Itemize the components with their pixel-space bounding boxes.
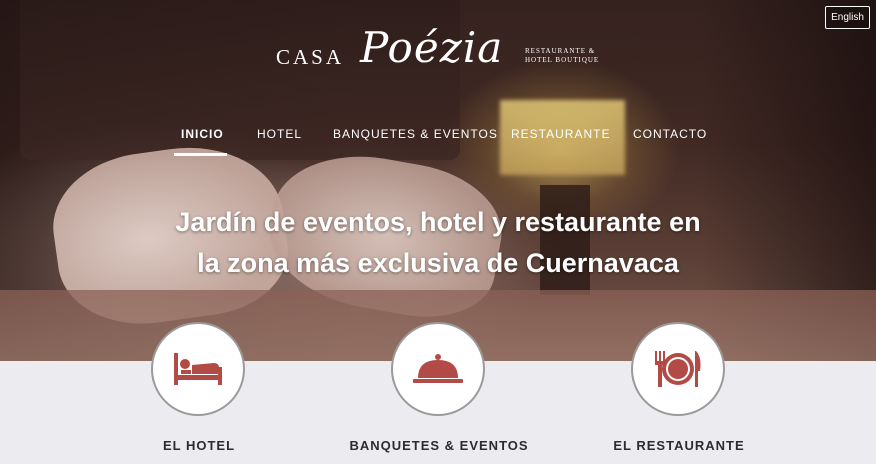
site-logo[interactable]: CASA Poézia RESTAURANTE & HOTEL BOUTIQUE [276, 23, 606, 105]
nav-active-indicator [174, 153, 227, 156]
logo-casa-text: CASA [276, 45, 345, 69]
feature-restaurante-label[interactable]: EL RESTAURANTE [579, 438, 779, 453]
hero-title-line: Jardín de eventos, hotel y restaurante e… [175, 207, 701, 237]
plate-cutlery-icon [655, 351, 701, 387]
logo-tagline: RESTAURANTE & HOTEL BOUTIQUE [525, 47, 615, 65]
hero-title-line: la zona más exclusiva de Cuernavaca [197, 248, 679, 278]
hero-title: Jardín de eventos, hotel y restaurante e… [120, 202, 756, 284]
nav-item-banquetes[interactable]: BANQUETES & EVENTOS [333, 127, 498, 141]
feature-banquetes-circle[interactable] [391, 322, 485, 416]
logo-tagline-line: RESTAURANTE & [525, 47, 596, 55]
nav-item-contacto[interactable]: CONTACTO [633, 127, 707, 141]
bed-icon [174, 353, 222, 385]
main-nav: INICIO HOTEL BANQUETES & EVENTOS RESTAUR… [0, 127, 876, 157]
feature-banquetes-label[interactable]: BANQUETES & EVENTOS [339, 438, 539, 453]
nav-item-inicio[interactable]: INICIO [181, 127, 224, 141]
cloche-icon [413, 354, 463, 383]
feature-hotel-circle[interactable] [151, 322, 245, 416]
nav-item-hotel[interactable]: HOTEL [257, 127, 302, 141]
hero-banner: English CASA Poézia RESTAURANTE & HOTEL … [0, 0, 876, 361]
nav-item-restaurante[interactable]: RESTAURANTE [511, 127, 610, 141]
logo-tagline-line: HOTEL BOUTIQUE [525, 56, 600, 64]
logo-poezia-text: Poézia [360, 23, 504, 72]
feature-restaurante-circle[interactable] [631, 322, 725, 416]
language-button[interactable]: English [825, 6, 870, 29]
feature-hotel-label[interactable]: EL HOTEL [99, 438, 299, 453]
